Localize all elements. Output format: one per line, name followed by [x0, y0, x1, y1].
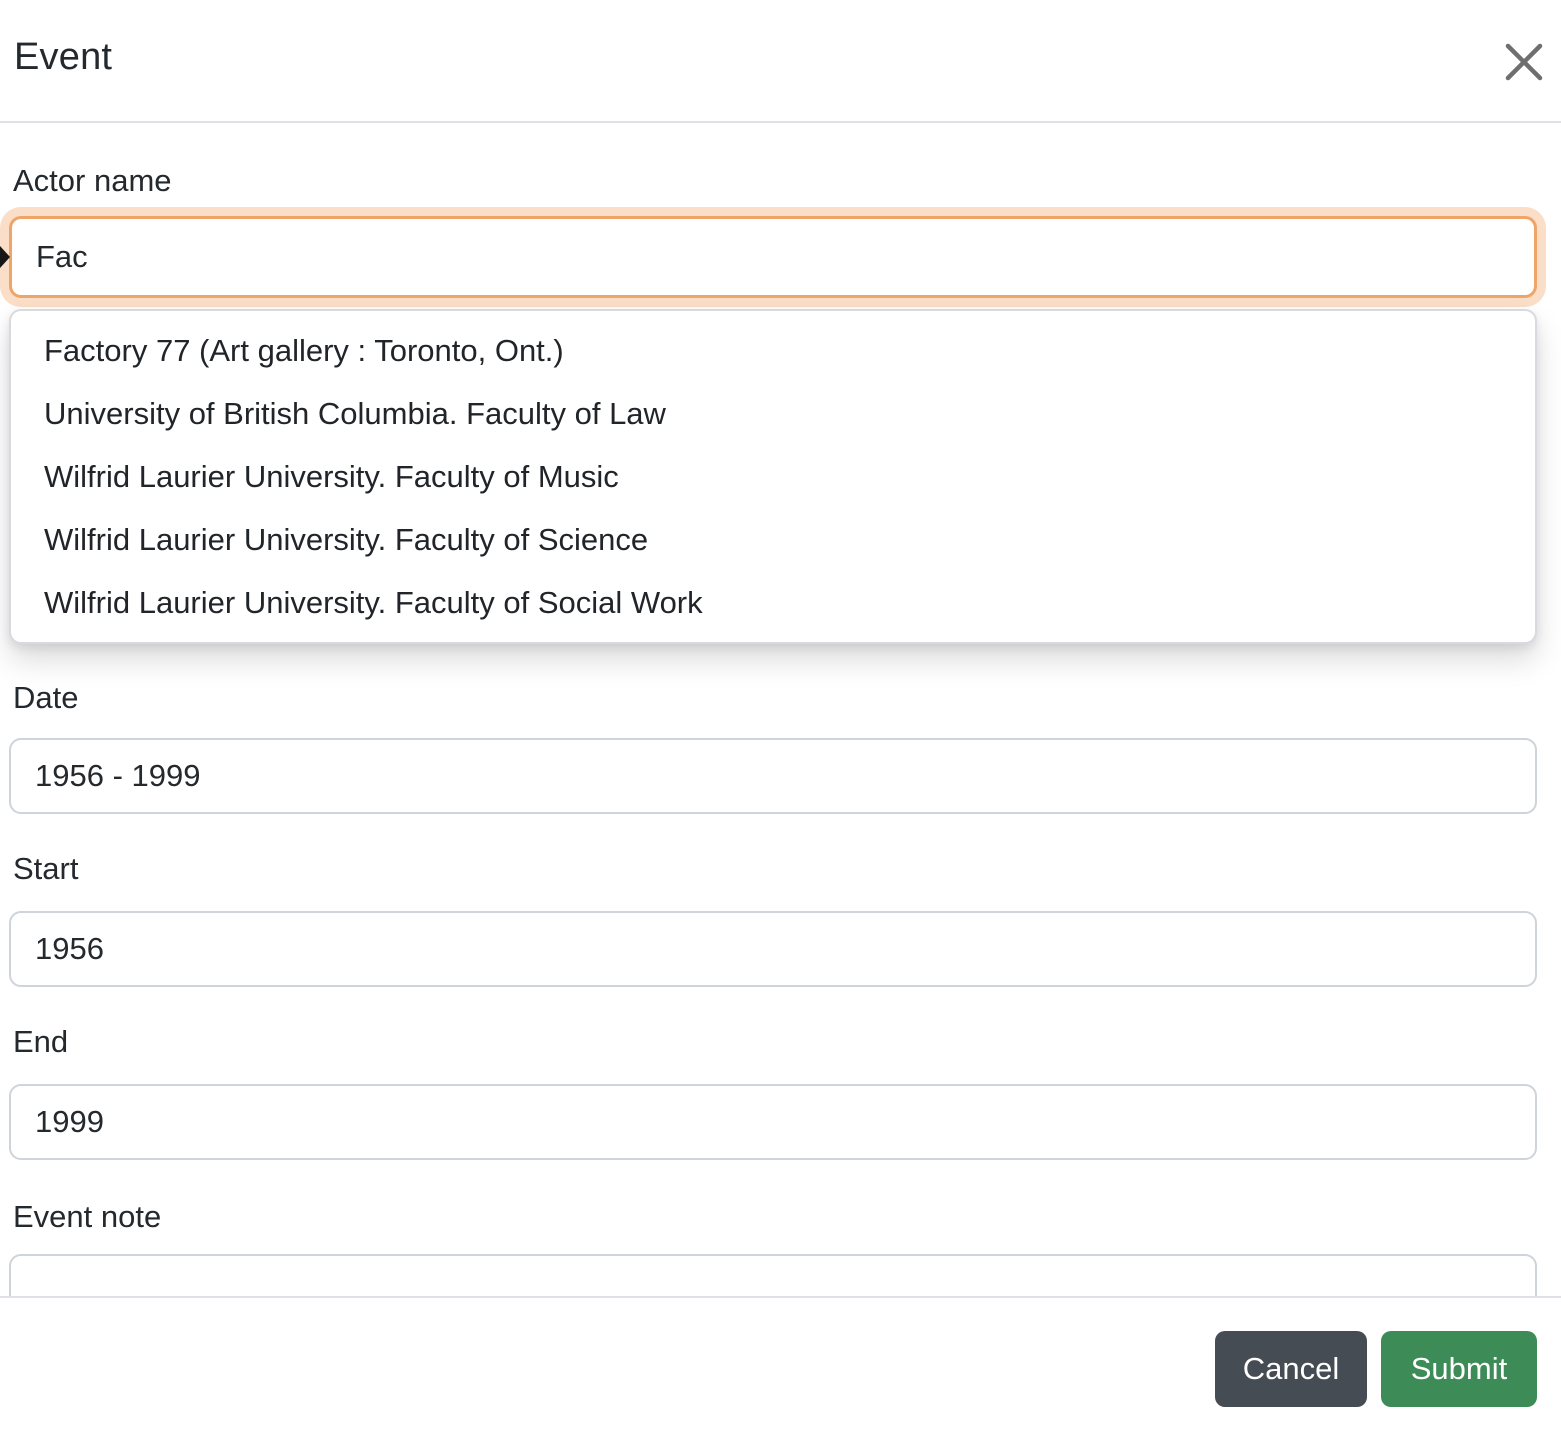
close-icon — [1504, 42, 1544, 82]
start-label: Start — [13, 851, 79, 886]
date-input[interactable] — [9, 738, 1537, 814]
autocomplete-item[interactable]: Wilfrid Laurier University. Faculty of S… — [11, 508, 1535, 571]
mouse-cursor-artifact — [0, 246, 10, 268]
date-label: Date — [13, 680, 79, 715]
event-note-clip-region — [0, 1254, 1561, 1297]
actor-name-label: Actor name — [13, 163, 172, 198]
autocomplete-item[interactable]: Wilfrid Laurier University. Faculty of S… — [11, 571, 1535, 634]
start-input[interactable] — [9, 911, 1537, 987]
autocomplete-item[interactable]: University of British Columbia. Faculty … — [11, 382, 1535, 445]
end-input[interactable] — [9, 1084, 1537, 1160]
submit-button[interactable]: Submit — [1381, 1331, 1537, 1407]
actor-name-input[interactable] — [9, 216, 1537, 298]
close-button[interactable] — [1494, 32, 1554, 92]
event-note-input[interactable] — [9, 1254, 1537, 1297]
autocomplete-item[interactable]: Factory 77 (Art gallery : Toronto, Ont.) — [11, 319, 1535, 382]
event-note-label: Event note — [13, 1199, 162, 1234]
modal-title: Event — [14, 36, 113, 78]
autocomplete-item[interactable]: Wilfrid Laurier University. Faculty of M… — [11, 445, 1535, 508]
autocomplete-dropdown: Factory 77 (Art gallery : Toronto, Ont.)… — [9, 309, 1537, 644]
cancel-button[interactable]: Cancel — [1215, 1331, 1367, 1407]
header-divider — [0, 121, 1561, 123]
footer-divider — [0, 1296, 1561, 1298]
end-label: End — [13, 1024, 69, 1059]
